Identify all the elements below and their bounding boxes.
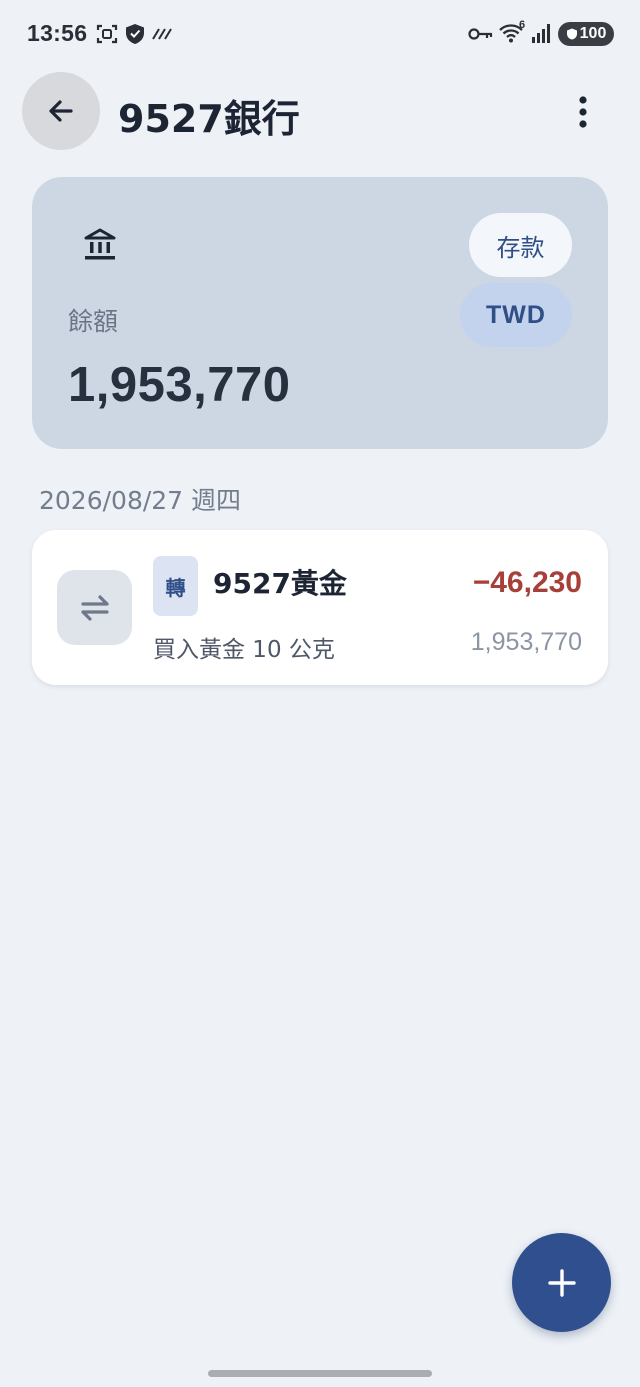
balance-label: 餘額 xyxy=(68,307,119,336)
plus-icon xyxy=(547,1268,576,1297)
page-title: 9527銀行 xyxy=(118,97,300,141)
more-vert-icon xyxy=(579,96,587,128)
bank-icon xyxy=(84,228,116,260)
shield-icon xyxy=(126,24,144,44)
more-options-button[interactable] xyxy=(566,92,600,132)
battery-level: 100 xyxy=(579,25,607,42)
back-button[interactable] xyxy=(22,72,100,150)
signal-lines-icon xyxy=(152,28,172,40)
status-time: 13:56 xyxy=(27,20,88,46)
key-icon xyxy=(468,28,493,40)
gesture-navigation-bar[interactable] xyxy=(208,1370,432,1377)
battery-indicator: 100 xyxy=(558,22,614,46)
transaction-tag: 轉 xyxy=(153,556,198,616)
add-transaction-button[interactable] xyxy=(512,1233,611,1332)
cell-signal-icon xyxy=(532,24,550,43)
account-balance-card[interactable]: 存款 TWD 餘額 1,953,770 xyxy=(32,177,608,449)
transaction-note: 買入黃金 10 公克 xyxy=(153,637,335,663)
arrow-left-icon xyxy=(49,100,73,122)
status-bar: 13:56 6 100 xyxy=(0,0,640,66)
date-group-header: 2026/08/27 週四 xyxy=(39,486,242,515)
wifi-badge: 6 xyxy=(519,19,526,31)
transaction-item[interactable]: 轉 9527黃金 買入黃金 10 公克 −46,230 1,953,770 xyxy=(32,530,608,685)
transaction-running-balance: 1,953,770 xyxy=(470,628,582,656)
balance-amount: 1,953,770 xyxy=(68,358,291,412)
wifi-icon: 6 xyxy=(498,19,528,46)
transaction-name: 9527黃金 xyxy=(213,567,347,600)
screenshot-icon xyxy=(96,24,118,44)
transfer-icon xyxy=(80,594,109,621)
currency-chip[interactable]: TWD xyxy=(460,283,572,347)
account-type-chip[interactable]: 存款 xyxy=(469,213,572,277)
transaction-amount: −46,230 xyxy=(472,566,582,599)
battery-shield-icon xyxy=(566,28,577,40)
transaction-type-icon-box xyxy=(57,570,132,645)
